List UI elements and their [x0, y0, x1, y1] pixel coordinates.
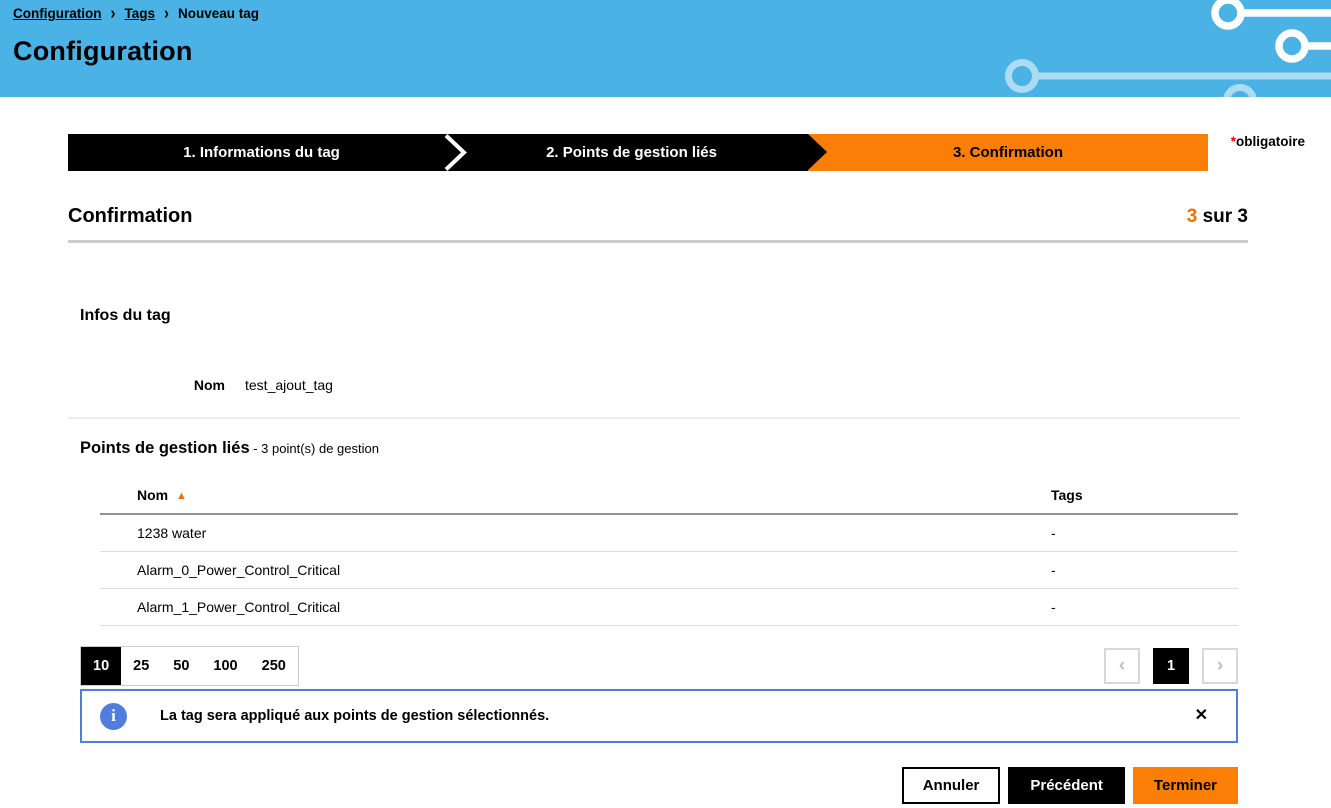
chevron-left-icon: ‹	[1119, 655, 1125, 677]
cell-tags: -	[1051, 589, 1238, 626]
page-size-250[interactable]: 250	[250, 647, 298, 685]
footer-actions: Annuler Précédent Terminer	[0, 767, 1238, 804]
step-label: 2. Points de gestion liés	[546, 144, 717, 161]
info-banner: i La tag sera appliqué aux points de ges…	[80, 689, 1238, 743]
section-divider	[68, 417, 1240, 419]
pagination-row: 10 25 50 100 250 ‹ 1 ›	[80, 646, 1238, 686]
chevron-divider-icon	[441, 134, 469, 171]
step-counter-rest: sur 3	[1197, 206, 1248, 227]
tag-name-row: Nom test_ajout_tag	[80, 377, 1331, 393]
column-header-nom[interactable]: Nom ▲	[100, 478, 1051, 514]
tag-name-value: test_ajout_tag	[245, 377, 333, 393]
table-row: Alarm_1_Power_Control_Critical -	[100, 589, 1238, 626]
step-confirmation-active[interactable]: 3. Confirmation	[808, 134, 1208, 171]
cancel-button[interactable]: Annuler	[902, 767, 1001, 804]
required-label: obligatoire	[1236, 134, 1305, 149]
column-header-tags: Tags	[1051, 478, 1238, 514]
info-icon: i	[100, 703, 127, 730]
next-page-button[interactable]: ›	[1202, 648, 1238, 684]
page-header: Configuration › Tags › Nouveau tag Confi…	[0, 0, 1331, 97]
breadcrumb-current: Nouveau tag	[178, 6, 259, 21]
linked-points-count: - 3 point(s) de gestion	[250, 441, 379, 456]
current-page-indicator[interactable]: 1	[1153, 648, 1189, 684]
table-row: 1238 water -	[100, 514, 1238, 552]
step-informations-du-tag[interactable]: 1. Informations du tag	[68, 134, 455, 171]
cell-nom: Alarm_1_Power_Control_Critical	[100, 589, 1051, 626]
tag-info-heading: Infos du tag	[80, 307, 1331, 325]
cell-tags: -	[1051, 552, 1238, 589]
cell-nom: 1238 water	[100, 514, 1051, 552]
page-size-10[interactable]: 10	[81, 647, 121, 685]
section-title: Confirmation	[68, 205, 192, 228]
page-title: Configuration	[13, 36, 193, 67]
page-size-25[interactable]: 25	[121, 647, 161, 685]
required-note: *obligatoire	[1231, 134, 1305, 149]
breadcrumb-separator-icon: ›	[164, 4, 169, 24]
page-size-selector: 10 25 50 100 250	[80, 646, 299, 686]
step-label: 1. Informations du tag	[183, 144, 340, 161]
linked-points-table: Nom ▲ Tags 1238 water - Alarm_0_Power_Co…	[100, 478, 1238, 626]
cell-nom: Alarm_0_Power_Control_Critical	[100, 552, 1051, 589]
arrow-divider-icon	[808, 134, 827, 170]
table-header-row: Nom ▲ Tags	[100, 478, 1238, 514]
close-icon[interactable]: ✕	[1195, 708, 1208, 724]
sort-asc-icon: ▲	[176, 490, 187, 502]
step-counter: 3 sur 3	[1187, 206, 1248, 228]
step-points-de-gestion-lies[interactable]: 2. Points de gestion liés	[455, 134, 808, 171]
tag-name-label: Nom	[80, 377, 225, 393]
page-size-50[interactable]: 50	[161, 647, 201, 685]
step-label: 3. Confirmation	[953, 144, 1063, 161]
cell-tags: -	[1051, 514, 1238, 552]
info-banner-message: La tag sera appliqué aux points de gesti…	[160, 708, 549, 724]
chevron-right-icon: ›	[1217, 655, 1223, 677]
linked-points-heading: Points de gestion liés - 3 point(s) de g…	[80, 439, 1331, 458]
step-counter-current: 3	[1187, 206, 1198, 227]
column-label: Nom	[137, 487, 168, 503]
breadcrumb-separator-icon: ›	[110, 4, 115, 24]
wizard-stepper-row: 1. Informations du tag 2. Points de gest…	[0, 134, 1331, 171]
previous-page-button[interactable]: ‹	[1104, 648, 1140, 684]
linked-points-title: Points de gestion liés	[80, 439, 250, 457]
wizard-stepper: 1. Informations du tag 2. Points de gest…	[68, 134, 1208, 171]
breadcrumb-link-configuration[interactable]: Configuration	[13, 6, 101, 21]
page-navigation: ‹ 1 ›	[1104, 648, 1238, 684]
circuit-decoration	[931, 0, 1331, 97]
section-header: Confirmation 3 sur 3	[68, 205, 1248, 243]
table-row: Alarm_0_Power_Control_Critical -	[100, 552, 1238, 589]
breadcrumb: Configuration › Tags › Nouveau tag	[13, 5, 259, 22]
breadcrumb-link-tags[interactable]: Tags	[124, 6, 155, 21]
page-size-100[interactable]: 100	[201, 647, 249, 685]
finish-button[interactable]: Terminer	[1133, 767, 1238, 804]
previous-button[interactable]: Précédent	[1008, 767, 1125, 804]
